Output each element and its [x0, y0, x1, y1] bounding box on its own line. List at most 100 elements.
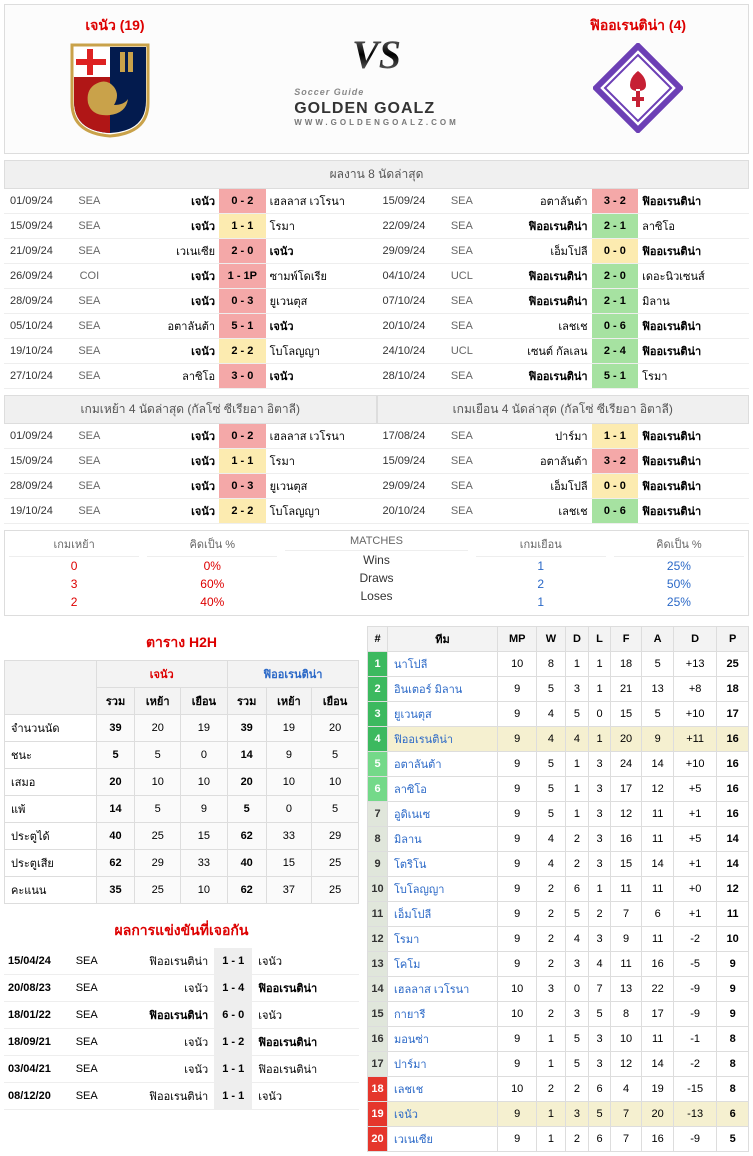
standings-row: 15กายารี10235817-99	[368, 1002, 749, 1027]
standings-row: 5อตาลันต้า95132414+1016	[368, 752, 749, 777]
section-last8-title: ผลงาน 8 นัดล่าสุด	[4, 160, 749, 189]
h2h-match-row: 20/08/23SEAเจนัว1 - 4ฟิออเรนติน่า	[4, 975, 359, 1002]
standings-row: 11เอ็มโปลี925276+111	[368, 902, 749, 927]
team-link[interactable]: อินเตอร์ มิลาน	[394, 684, 462, 696]
match-row: 28/10/24SEAฟิออเรนติน่า5 - 1โรมา	[377, 364, 750, 389]
match-row: 22/09/24SEAฟิออเรนติน่า2 - 1ลาซิโอ	[377, 214, 750, 239]
standings-row: 14เฮลลาส เวโรนา103071322-99	[368, 977, 749, 1002]
team-link[interactable]: อูดิเนเซ	[394, 809, 430, 821]
team-link[interactable]: โบโลญญา	[394, 884, 444, 896]
match-row: 01/09/24SEAเจนัว0 - 2เฮลลาส เวโรนา	[4, 189, 377, 214]
standings-row: 19เจนัว9135720-136	[368, 1102, 749, 1127]
match-row: 29/09/24SEAเอ็มโปลี0 - 0ฟิออเรนติน่า	[377, 474, 750, 499]
vs-label: VS	[352, 31, 401, 78]
last8-home-table: 01/09/24SEAเจนัว0 - 2เฮลลาส เวโรนา15/09/…	[4, 189, 377, 389]
standings-row: 6ลาซิโอ95131712+516	[368, 777, 749, 802]
summary-table: เกมเหย้า 0 3 2 คิดเป็น % 0% 60% 40% MATC…	[4, 530, 749, 616]
summary-hdr-pct: คิดเป็น %	[147, 535, 277, 557]
h2h-table: เจนัว ฟิออเรนติน่า รวม เหย้า เยือน รวม เ…	[4, 660, 359, 904]
match-row: 20/10/24SEAเลชเช0 - 6ฟิออเรนติน่า	[377, 314, 750, 339]
standings-row: 16มอนซ่า91531011-18	[368, 1027, 749, 1052]
standings-table: # ทีม MP W D L F A D P 1นาโปลี10811185+1…	[367, 626, 749, 1152]
match-header: เจนัว (19)	[4, 4, 749, 154]
site-logo: Soccer Guide GOLDEN GOALZ WWW.GOLDENGOAL…	[294, 82, 459, 127]
team-link[interactable]: นาโปลี	[394, 659, 427, 671]
section-away4-title: เกมเยือน 4 นัดล่าสุด (กัลโซ่ ซีเรียอา อิ…	[377, 395, 750, 424]
away4-table: 17/08/24SEAปาร์มา1 - 1ฟิออเรนติน่า15/09/…	[377, 424, 750, 524]
h2h-row: ชนะ5501495	[5, 742, 359, 769]
summary-hdr-matches: MATCHES	[285, 535, 467, 551]
away-team-block: ฟิออเรนติน่า (4)	[538, 15, 738, 143]
standings-row: 12โรมา9243911-210	[368, 927, 749, 952]
match-row: 28/09/24SEAเจนัว0 - 3ยูเวนตุส	[4, 474, 377, 499]
standings-row: 10โบโลญญา92611111+012	[368, 877, 749, 902]
standings-row: 7อูดิเนเซ95131211+116	[368, 802, 749, 827]
h2h-match-row: 08/12/20SEAฟิออเรนติน่า1 - 1เจนัว	[4, 1083, 359, 1110]
standings-row: 8มิลาน94231611+514	[368, 827, 749, 852]
team-link[interactable]: เอ็มโปลี	[394, 909, 431, 921]
summary-hdr-away: เกมเยือน	[476, 535, 606, 557]
standings-row: 1นาโปลี10811185+1325	[368, 652, 749, 677]
last8-away-table: 15/09/24SEAอตาลันต้า3 - 2ฟิออเรนติน่า22/…	[377, 189, 750, 389]
match-row: 29/09/24SEAเอ็มโปลี0 - 0ฟิออเรนติน่า	[377, 239, 750, 264]
h2h-row: เสมอ201010201010	[5, 769, 359, 796]
h2h-matches-table: 15/04/24SEAฟิออเรนติน่า1 - 1เจนัว20/08/2…	[4, 948, 359, 1110]
match-row: 19/10/24SEAเจนัว2 - 2โบโลญญา	[4, 499, 377, 524]
h2h-row: จำนวนนัด392019391920	[5, 715, 359, 742]
match-row: 01/09/24SEAเจนัว0 - 2เฮลลาส เวโรนา	[4, 424, 377, 449]
home-team-block: เจนัว (19)	[15, 15, 215, 143]
match-row: 15/09/24SEAอตาลันต้า3 - 2ฟิออเรนติน่า	[377, 189, 750, 214]
match-row: 28/09/24SEAเจนัว0 - 3ยูเวนตุส	[4, 289, 377, 314]
match-row: 15/09/24SEAเจนัว1 - 1โรมา	[4, 449, 377, 474]
away-team-name: ฟิออเรนติน่า (4)	[590, 15, 686, 37]
team-link[interactable]: มอนซ่า	[394, 1034, 429, 1046]
home-team-name: เจนัว (19)	[85, 15, 144, 37]
team-link[interactable]: โคโม	[394, 959, 420, 971]
h2h-match-row: 03/04/21SEAเจนัว1 - 1ฟิออเรนติน่า	[4, 1056, 359, 1083]
match-row: 20/10/24SEAเลชเช0 - 6ฟิออเรนติน่า	[377, 499, 750, 524]
vs-block: VS Soccer Guide GOLDEN GOALZ WWW.GOLDENG…	[294, 31, 459, 127]
match-row: 15/09/24SEAเจนัว1 - 1โรมา	[4, 214, 377, 239]
section-home4-title: เกมเหย้า 4 นัดล่าสุด (กัลโซ่ ซีเรียอา อิ…	[4, 395, 377, 424]
match-row: 24/10/24UCLเซนต์ กัลเลน2 - 4ฟิออเรนติน่า	[377, 339, 750, 364]
standings-row: 4ฟิออเรนติน่า9441209+1116	[368, 727, 749, 752]
team-link[interactable]: ลาซิโอ	[394, 784, 427, 796]
standings-row: 18เลชเช10226419-158	[368, 1077, 749, 1102]
away-team-crest	[593, 43, 683, 143]
h2h-matches-title: ผลการแข่งขันที่เจอกัน	[4, 914, 359, 948]
team-link[interactable]: เจนัว	[394, 1109, 418, 1121]
home-team-crest	[70, 43, 160, 143]
team-link[interactable]: โรมา	[394, 934, 419, 946]
match-row: 17/08/24SEAปาร์มา1 - 1ฟิออเรนติน่า	[377, 424, 750, 449]
h2h-row: ประตูได้402515623329	[5, 823, 359, 850]
standings-row: 2อินเตอร์ มิลาน95312113+818	[368, 677, 749, 702]
standings-row: 9โตริโน94231514+114	[368, 852, 749, 877]
summary-hdr-pct2: คิดเป็น %	[614, 535, 744, 557]
summary-hdr-home: เกมเหย้า	[9, 535, 139, 557]
match-row: 21/09/24SEAเวเนเซีย2 - 0เจนัว	[4, 239, 377, 264]
match-row: 26/09/24COIเจนัว1 - 1Pซามพ์โดเรีย	[4, 264, 377, 289]
match-row: 07/10/24SEAฟิออเรนติน่า2 - 1มิลาน	[377, 289, 750, 314]
standings-row: 17ปาร์มา91531214-28	[368, 1052, 749, 1077]
h2h-match-row: 18/01/22SEAฟิออเรนติน่า6 - 0เจนัว	[4, 1002, 359, 1029]
match-row: 05/10/24SEAอตาลันต้า5 - 1เจนัว	[4, 314, 377, 339]
h2h-row: คะแนน352510623725	[5, 877, 359, 904]
team-link[interactable]: โตริโน	[394, 859, 426, 871]
team-link[interactable]: เฮลลาส เวโรนา	[394, 984, 469, 996]
team-link[interactable]: เลชเช	[394, 1084, 423, 1096]
home4-table: 01/09/24SEAเจนัว0 - 2เฮลลาส เวโรนา15/09/…	[4, 424, 377, 524]
match-row: 27/10/24SEAลาซิโอ3 - 0เจนัว	[4, 364, 377, 389]
team-link[interactable]: ฟิออเรนติน่า	[394, 734, 453, 746]
match-row: 04/10/24UCLฟิออเรนติน่า2 - 0เดอะนิวเซนส์	[377, 264, 750, 289]
h2h-title: ตาราง H2H	[4, 626, 359, 660]
standings-row: 13โคโม92341116-59	[368, 952, 749, 977]
h2h-match-row: 15/04/24SEAฟิออเรนติน่า1 - 1เจนัว	[4, 948, 359, 975]
team-link[interactable]: ยูเวนตุส	[394, 709, 432, 721]
team-link[interactable]: เวเนเซีย	[394, 1134, 433, 1146]
team-link[interactable]: มิลาน	[394, 834, 422, 846]
team-link[interactable]: กายารี	[394, 1009, 425, 1021]
team-link[interactable]: อตาลันต้า	[394, 759, 442, 771]
h2h-match-row: 18/09/21SEAเจนัว1 - 2ฟิออเรนติน่า	[4, 1029, 359, 1056]
match-row: 19/10/24SEAเจนัว2 - 2โบโลญญา	[4, 339, 377, 364]
team-link[interactable]: ปาร์มา	[394, 1059, 427, 1071]
